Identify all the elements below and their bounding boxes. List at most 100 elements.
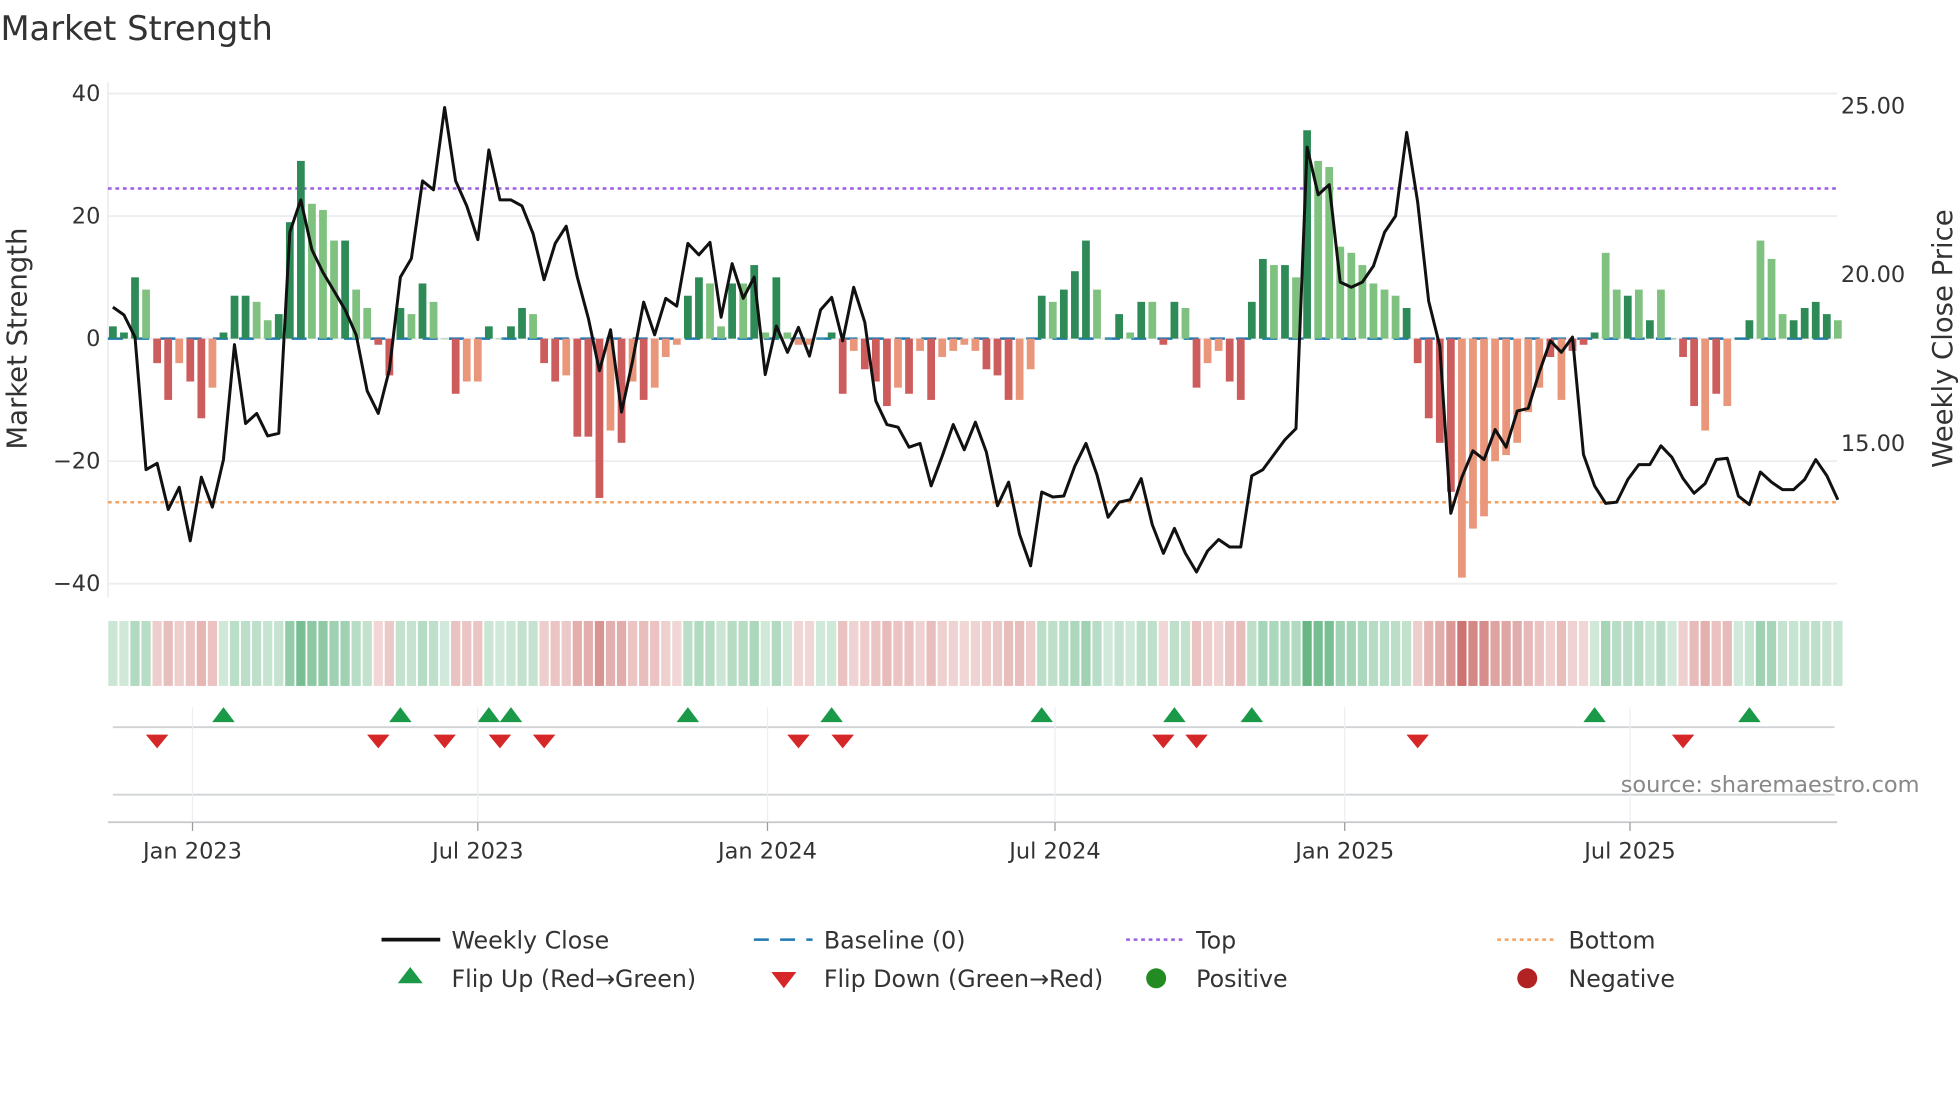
- heat-cell: [1800, 620, 1810, 686]
- heat-cell: [572, 620, 582, 686]
- heat-cell: [130, 620, 140, 686]
- flip-up-marker: [1583, 707, 1606, 723]
- flip-down-marker: [1406, 734, 1429, 749]
- strength-bar: [1424, 338, 1433, 419]
- heat-cell: [152, 620, 162, 686]
- strength-bar: [1701, 338, 1710, 431]
- heat-cell: [1103, 620, 1113, 686]
- strength-bar: [507, 326, 515, 339]
- flip-up-marker: [820, 707, 843, 723]
- heat-cell: [1125, 620, 1135, 686]
- strength-bar: [1668, 338, 1676, 340]
- heat-cell: [428, 620, 439, 686]
- heat-cell: [1037, 620, 1047, 686]
- strength-bar: [1225, 338, 1234, 382]
- heat-cell: [462, 620, 472, 686]
- flip-down-marker: [1671, 734, 1695, 749]
- heat-cell: [893, 620, 903, 686]
- legend-negative: Negative: [1568, 965, 1674, 993]
- strength-bar: [562, 338, 571, 376]
- heat-cell: [771, 620, 781, 686]
- heat-cell: [716, 620, 726, 686]
- heat-cell: [1070, 620, 1080, 686]
- heat-cell: [1435, 620, 1445, 686]
- source-note: source: sharemaestro.com: [1621, 772, 1920, 798]
- legend: Weekly Close Baseline (0) Top Bottom Fli…: [381, 926, 1675, 993]
- strength-bar: [341, 240, 349, 339]
- heat-cell: [263, 620, 273, 686]
- y-tick-label: 0: [86, 326, 100, 352]
- heat-cell: [1634, 620, 1644, 686]
- heat-cell: [1700, 620, 1710, 686]
- heat-cell: [207, 620, 218, 686]
- strength-bar: [1082, 240, 1090, 339]
- heat-cell: [307, 620, 317, 686]
- strength-bar: [1236, 338, 1245, 400]
- strength-bar: [1745, 320, 1754, 339]
- heat-cell: [340, 620, 350, 686]
- strength-bar: [274, 314, 283, 339]
- strength-bar: [1469, 338, 1477, 529]
- heat-cell: [329, 620, 339, 686]
- strength-bar: [883, 338, 891, 407]
- flip-down-marker: [488, 734, 512, 749]
- strength-bar: [208, 338, 217, 388]
- heat-cell: [550, 620, 560, 686]
- heat-cell: [362, 620, 372, 686]
- heat-cell: [1136, 620, 1146, 686]
- heat-cell: [1446, 620, 1456, 686]
- heat-cell: [274, 620, 284, 686]
- strength-bar: [374, 338, 383, 345]
- heat-cell: [1180, 620, 1191, 686]
- strength-bar: [1115, 314, 1123, 339]
- strength-bar: [728, 283, 736, 339]
- strength-bar: [1480, 338, 1488, 517]
- strength-bar: [1048, 301, 1057, 339]
- flip-down-marker: [145, 734, 169, 749]
- heat-cell: [1556, 620, 1567, 686]
- strength-bar: [1004, 338, 1013, 400]
- heat-cell: [1202, 620, 1213, 686]
- strength-bar: [186, 338, 195, 382]
- heat-cell: [439, 620, 450, 686]
- heat-cell: [1711, 620, 1721, 686]
- heat-cell: [1368, 620, 1379, 686]
- flip-down-marker: [1185, 734, 1208, 749]
- heat-cell: [1390, 620, 1401, 686]
- strength-bar: [982, 338, 991, 370]
- heat-cell: [650, 620, 660, 686]
- heat-cell: [981, 620, 992, 686]
- strength-bar: [661, 338, 670, 358]
- heat-cell: [1512, 620, 1522, 686]
- flip-down-marker: [831, 734, 854, 749]
- strength-bar: [1833, 320, 1842, 339]
- heat-cell: [1335, 620, 1345, 686]
- strength-bar: [1281, 265, 1289, 339]
- strength-bar: [1789, 320, 1798, 339]
- strength-bar: [1657, 289, 1665, 339]
- strength-bar: [551, 338, 560, 382]
- strength-bar: [1579, 338, 1588, 345]
- strength-bar: [816, 338, 825, 340]
- strength-bar: [971, 338, 980, 351]
- heat-cell: [506, 620, 516, 686]
- strength-bar: [1723, 338, 1732, 407]
- heat-cell: [992, 620, 1003, 686]
- strength-bar: [1258, 258, 1267, 339]
- x-tick-label: Jan 2024: [716, 838, 817, 864]
- strength-bar: [1369, 283, 1378, 339]
- heat-cell: [1534, 620, 1544, 686]
- heat-cell: [705, 620, 715, 686]
- heat-cell: [1048, 620, 1058, 686]
- heat-cell: [1379, 620, 1390, 686]
- strength-bar: [308, 203, 316, 339]
- strength-bar: [1170, 301, 1179, 339]
- strength-bar: [1690, 338, 1698, 407]
- strength-bar: [1203, 338, 1212, 364]
- strength-bar: [1634, 289, 1643, 339]
- x-tick-label: Jul 2023: [430, 838, 523, 864]
- strength-bar: [1037, 295, 1046, 339]
- legend-bottom: Bottom: [1568, 926, 1655, 954]
- heat-cell: [1645, 620, 1655, 686]
- heat-cell: [1545, 620, 1555, 686]
